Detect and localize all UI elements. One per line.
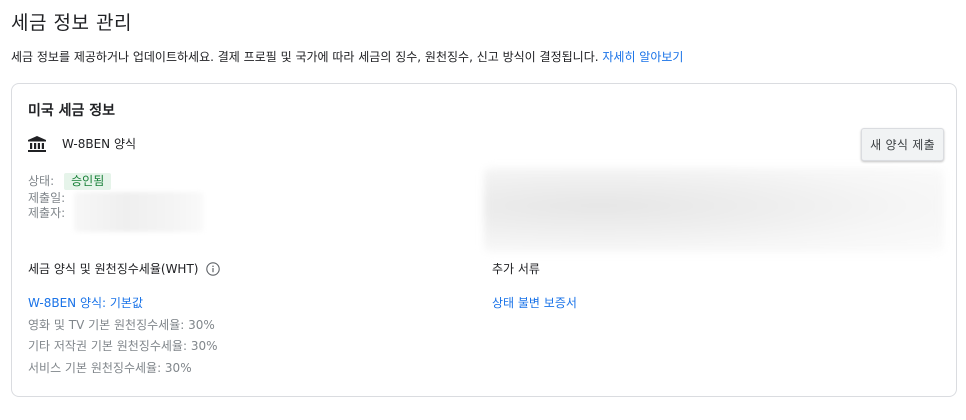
status-block: 상태: 승인됨 제출일: 제출자:: [28, 172, 204, 232]
form-default-link[interactable]: W-8BEN 양식: 기본값: [28, 293, 218, 315]
form-name: W-8BEN 양식: [62, 137, 137, 151]
status-line: 상태: 승인됨: [28, 172, 112, 191]
bank-icon: [28, 135, 46, 152]
services-wht-rate: 서비스 기본 원천징수세율: 30%: [28, 360, 192, 375]
redacted-submission-info: [74, 192, 204, 232]
wht-section-text: 세금 양식 및 원천징수세율(WHT): [28, 262, 199, 276]
us-tax-info-card: 미국 세금 정보 W-8BEN 양식 새 양식 제출 상태: 승인됨 제출일: …: [11, 83, 957, 397]
wht-section-label: 세금 양식 및 원천징수세율(WHT): [28, 260, 221, 277]
status-certificate-link[interactable]: 상태 불변 보증서: [492, 293, 577, 315]
info-icon[interactable]: [206, 261, 221, 276]
status-label: 상태:: [28, 174, 55, 188]
page-description: 세금 정보를 제공하거나 업데이트하세요. 결제 프로필 및 국가에 따라 세금…: [11, 48, 683, 65]
wht-details: W-8BEN 양식: 기본값 영화 및 TV 기본 원천징수세율: 30% 기타…: [28, 293, 218, 379]
page-title: 세금 정보 관리: [11, 12, 132, 34]
redacted-tax-details: [484, 168, 944, 252]
description-text: 세금 정보를 제공하거나 업데이트하세요. 결제 프로필 및 국가에 따라 세금…: [11, 50, 599, 64]
learn-more-link[interactable]: 자세히 알아보기: [602, 50, 683, 64]
submit-new-form-button[interactable]: 새 양식 제출: [861, 128, 944, 161]
status-badge: 승인됨: [64, 173, 112, 190]
extra-docs-label: 추가 서류: [492, 262, 540, 276]
film-tv-wht-rate: 영화 및 TV 기본 원천징수세율: 30%: [28, 317, 215, 332]
other-copyright-wht-rate: 기타 저작권 기본 원천징수세율: 30%: [28, 339, 218, 353]
card-title: 미국 세금 정보: [28, 103, 116, 119]
form-row: W-8BEN 양식: [28, 135, 136, 152]
